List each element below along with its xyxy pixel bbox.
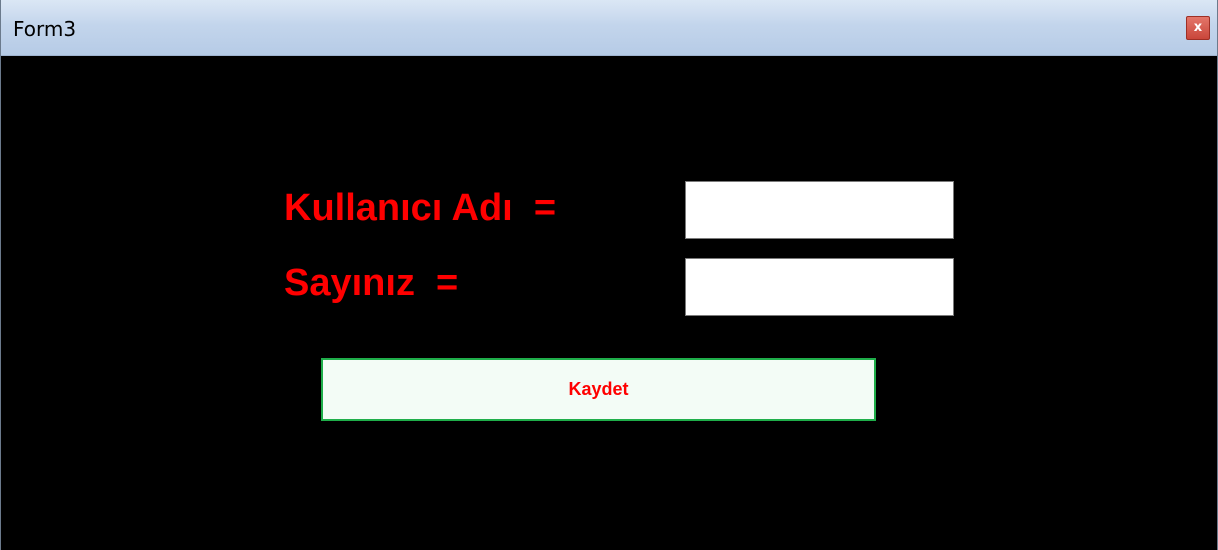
close-icon: x — [1193, 20, 1203, 35]
save-button[interactable]: Kaydet — [321, 358, 876, 421]
window-title: Form3 — [13, 17, 77, 41]
form3-window: Form3 x Kullanıcı Adı = Sayınız = Kaydet — [0, 0, 1218, 550]
sayiniz-label: Sayınız = — [284, 262, 459, 304]
username-input[interactable] — [685, 181, 954, 239]
username-label: Kullanıcı Adı = — [284, 187, 557, 229]
form-client-area: Kullanıcı Adı = Sayınız = Kaydet — [1, 56, 1217, 550]
title-bar[interactable]: Form3 x — [1, 0, 1217, 56]
close-button[interactable]: x — [1186, 16, 1210, 40]
sayiniz-input[interactable] — [685, 258, 954, 316]
